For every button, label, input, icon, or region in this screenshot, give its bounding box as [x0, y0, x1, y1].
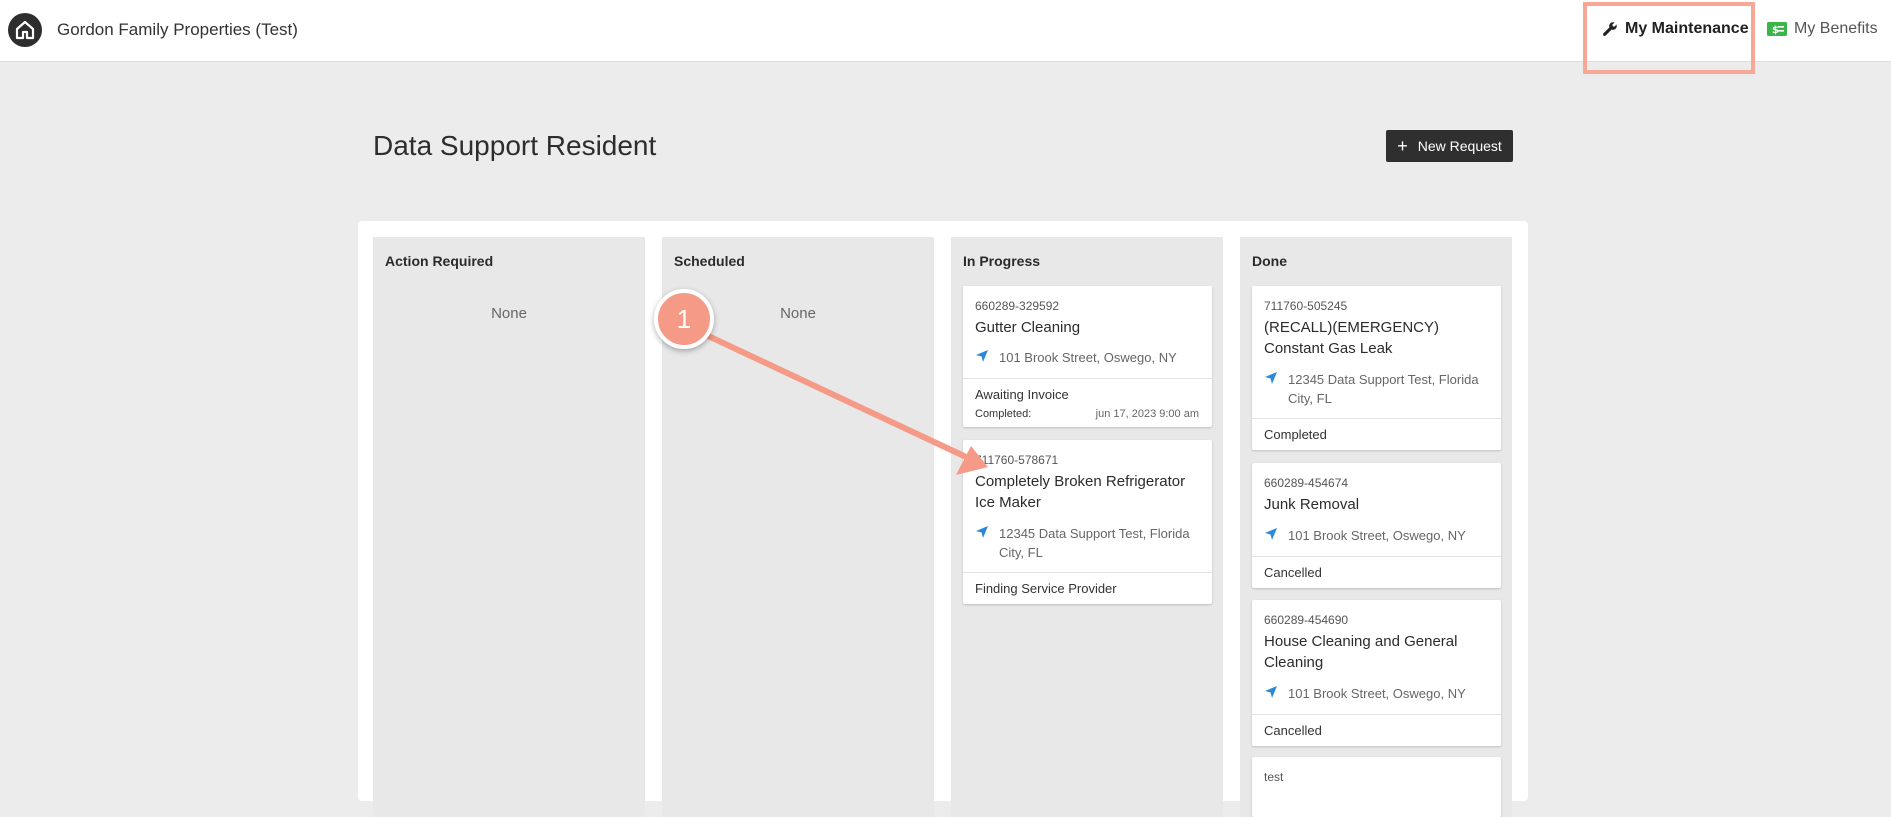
- column-title: Done: [1252, 253, 1287, 269]
- page-title: Data Support Resident: [373, 130, 657, 161]
- request-id: 711760-505245: [1264, 299, 1348, 313]
- completed-label: Completed:: [975, 408, 1032, 420]
- request-address: 101 Brook Street, Oswego, NY: [999, 350, 1177, 365]
- step-number-badge: 1: [654, 289, 714, 349]
- request-address: 12345 Data Support Test, Florida City, F…: [1288, 372, 1479, 406]
- request-address: 101 Brook Street, Oswego, NY: [1288, 686, 1466, 701]
- request-status: Cancelled: [1264, 723, 1322, 738]
- plus-icon: +: [1397, 136, 1408, 156]
- wrench-icon: [1603, 22, 1617, 36]
- navigation-arrow-icon: [976, 350, 988, 362]
- home-logo-icon[interactable]: [8, 13, 42, 47]
- new-request-button[interactable]: + New Request: [1386, 130, 1513, 162]
- column-in-progress: In Progress 660289-329592 Gutter Cleanin…: [951, 237, 1223, 817]
- request-title: Junk Removal: [1264, 496, 1360, 513]
- maintenance-board: Action Required None Scheduled None In P…: [358, 221, 1528, 817]
- navigation-arrow-icon: [1265, 686, 1277, 698]
- card-footer: Completed: [1252, 418, 1501, 451]
- card-footer: Cancelled: [1252, 556, 1501, 589]
- navigation-arrow-icon: [1265, 528, 1277, 540]
- nav-my-maintenance-label: My Maintenance: [1625, 20, 1749, 37]
- column-title: Scheduled: [674, 253, 745, 269]
- request-card[interactable]: 660289-454674 Junk Removal 101 Brook Str…: [1252, 463, 1501, 588]
- request-card[interactable]: 711760-578671 Completely Broken Refriger…: [963, 440, 1212, 604]
- request-id: test: [1264, 770, 1284, 784]
- money-icon: $: [1767, 22, 1787, 36]
- request-title: Gutter Cleaning: [975, 319, 1081, 336]
- new-request-label: New Request: [1417, 138, 1502, 154]
- request-card[interactable]: 660289-454690 House Cleaning and General…: [1252, 600, 1501, 746]
- request-status: Completed: [1264, 427, 1327, 442]
- nav-my-benefits-label: My Benefits: [1794, 20, 1878, 37]
- company-name: Gordon Family Properties (Test): [57, 20, 298, 39]
- request-card[interactable]: 711760-505245 (RECALL)(EMERGENCY) Consta…: [1252, 286, 1501, 450]
- column-action-required: Action Required None: [373, 237, 645, 817]
- card-footer: Cancelled: [1252, 714, 1501, 747]
- navigation-arrow-icon: [1265, 372, 1277, 384]
- empty-text: None: [491, 305, 527, 322]
- svg-text:$: $: [1772, 25, 1779, 36]
- column-title: Action Required: [385, 253, 494, 269]
- request-id: 711760-578671: [975, 453, 1059, 467]
- request-status: Cancelled: [1264, 565, 1322, 580]
- completed-date: jun 17, 2023 9:00 am: [1095, 408, 1199, 420]
- request-card[interactable]: 660289-329592 Gutter Cleaning 101 Brook …: [963, 286, 1212, 427]
- request-address: 12345 Data Support Test, Florida City, F…: [999, 526, 1190, 560]
- nav-my-maintenance[interactable]: My Maintenance: [1602, 20, 1749, 38]
- request-title: House Cleaning and General Cleaning: [1264, 633, 1458, 671]
- request-title: (RECALL)(EMERGENCY) Constant Gas Leak: [1264, 319, 1440, 357]
- nav-my-benefits[interactable]: $ My Benefits: [1767, 20, 1878, 38]
- column-title: In Progress: [963, 253, 1041, 269]
- request-id: 660289-454690: [1264, 613, 1349, 627]
- request-title: Completely Broken Refrigerator Ice Maker: [975, 473, 1186, 511]
- card-footer: Awaiting Invoice Completed: jun 17, 2023…: [963, 378, 1212, 428]
- request-card[interactable]: test: [1252, 757, 1501, 817]
- top-bar: Gordon Family Properties (Test) My Maint…: [0, 0, 1891, 62]
- request-status: Finding Service Provider: [975, 581, 1117, 596]
- request-id: 660289-454674: [1264, 476, 1349, 490]
- column-done: Done 711760-505245 (RECALL)(EMERGENCY) C…: [1240, 237, 1512, 817]
- request-id: 660289-329592: [975, 299, 1060, 313]
- request-address: 101 Brook Street, Oswego, NY: [1288, 528, 1466, 543]
- card-footer: Finding Service Provider: [963, 572, 1212, 605]
- navigation-arrow-icon: [976, 526, 988, 538]
- request-status: Awaiting Invoice: [975, 387, 1069, 402]
